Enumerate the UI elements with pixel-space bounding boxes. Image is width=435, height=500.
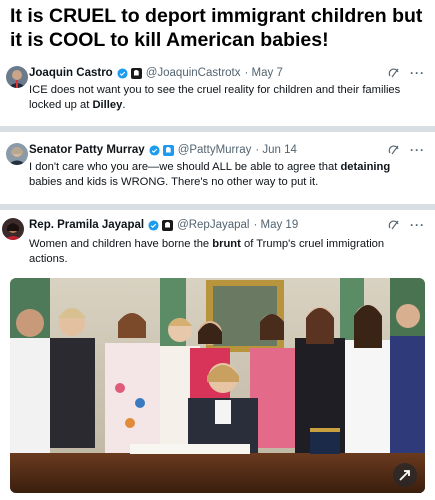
government-badge-icon (130, 67, 142, 79)
verified-badge-icon (117, 67, 128, 79)
more-icon[interactable]: ··· (410, 66, 425, 80)
tweet-text: I don't care who you are—we should ALL b… (29, 161, 391, 188)
tweet-text: ICE does not want you to see the cruel r… (29, 84, 401, 111)
tweet-header: Senator Patty Murray @PattyMurray · Jun … (29, 143, 297, 157)
tweet-text: Women and children have borne the brunt … (29, 238, 385, 265)
tweet-patty-murray[interactable]: Senator Patty Murray @PattyMurray · Jun … (0, 132, 435, 204)
signing-ceremony-photo (10, 278, 425, 493)
author-handle[interactable]: @PattyMurray (178, 143, 252, 157)
headline-line-1: It is CRUEL to deport immigrant children… (10, 5, 423, 27)
more-icon[interactable]: ··· (410, 143, 425, 157)
avatar[interactable] (6, 143, 28, 165)
author-name[interactable]: Joaquin Castro (29, 66, 113, 80)
repost-icon[interactable] (393, 463, 417, 487)
grok-icon[interactable] (388, 219, 400, 231)
tweet-pramila-jayapal[interactable]: Rep. Pramila Jayapal @RepJayapal · May 1… (0, 210, 435, 276)
tweet-date[interactable]: · May 19 (253, 218, 298, 232)
headline-line-2: it is COOL to kill American babies! (10, 29, 329, 51)
grok-icon[interactable] (388, 144, 400, 156)
government-badge-icon (162, 144, 174, 156)
author-name[interactable]: Senator Patty Murray (29, 143, 145, 157)
author-name[interactable]: Rep. Pramila Jayapal (29, 218, 144, 232)
photo-illustration (10, 278, 425, 493)
avatar[interactable] (6, 66, 28, 88)
author-handle[interactable]: @JoaquinCastrotx (146, 66, 241, 80)
avatar[interactable] (2, 218, 24, 240)
verified-badge-icon (148, 219, 159, 231)
grok-icon[interactable] (388, 67, 400, 79)
tweet-date[interactable]: · May 7 (245, 66, 283, 80)
verified-badge-icon (149, 144, 160, 156)
headline: It is CRUEL to deport immigrant children… (10, 4, 430, 52)
government-badge-icon (162, 219, 174, 231)
tweet-actions: ··· (388, 66, 425, 80)
tweet-header: Joaquin Castro @JoaquinCastrotx · May 7 (29, 66, 283, 80)
tweet-actions: ··· (388, 218, 425, 232)
author-handle[interactable]: @RepJayapal (177, 218, 249, 232)
tweet-date[interactable]: · Jun 14 (255, 143, 297, 157)
tweet-header: Rep. Pramila Jayapal @RepJayapal · May 1… (29, 218, 298, 232)
more-icon[interactable]: ··· (410, 218, 425, 232)
tweet-actions: ··· (388, 143, 425, 157)
tweet-joaquin-castro[interactable]: Joaquin Castro @JoaquinCastrotx · May 7 … (0, 58, 435, 126)
